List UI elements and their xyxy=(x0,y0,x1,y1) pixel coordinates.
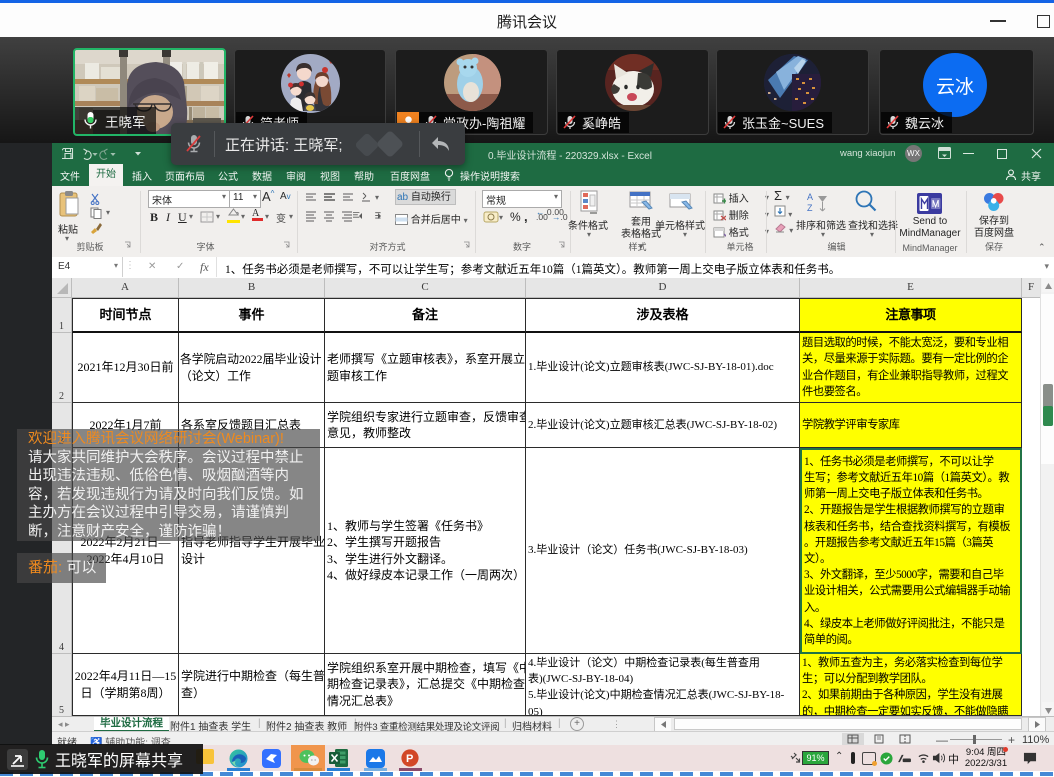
svg-text:▾: ▾ xyxy=(499,213,503,222)
svg-text:A: A xyxy=(807,192,813,202)
svg-text:▾: ▾ xyxy=(375,193,379,202)
svg-text:Z: Z xyxy=(807,203,813,213)
svg-text:P: P xyxy=(406,753,413,765)
